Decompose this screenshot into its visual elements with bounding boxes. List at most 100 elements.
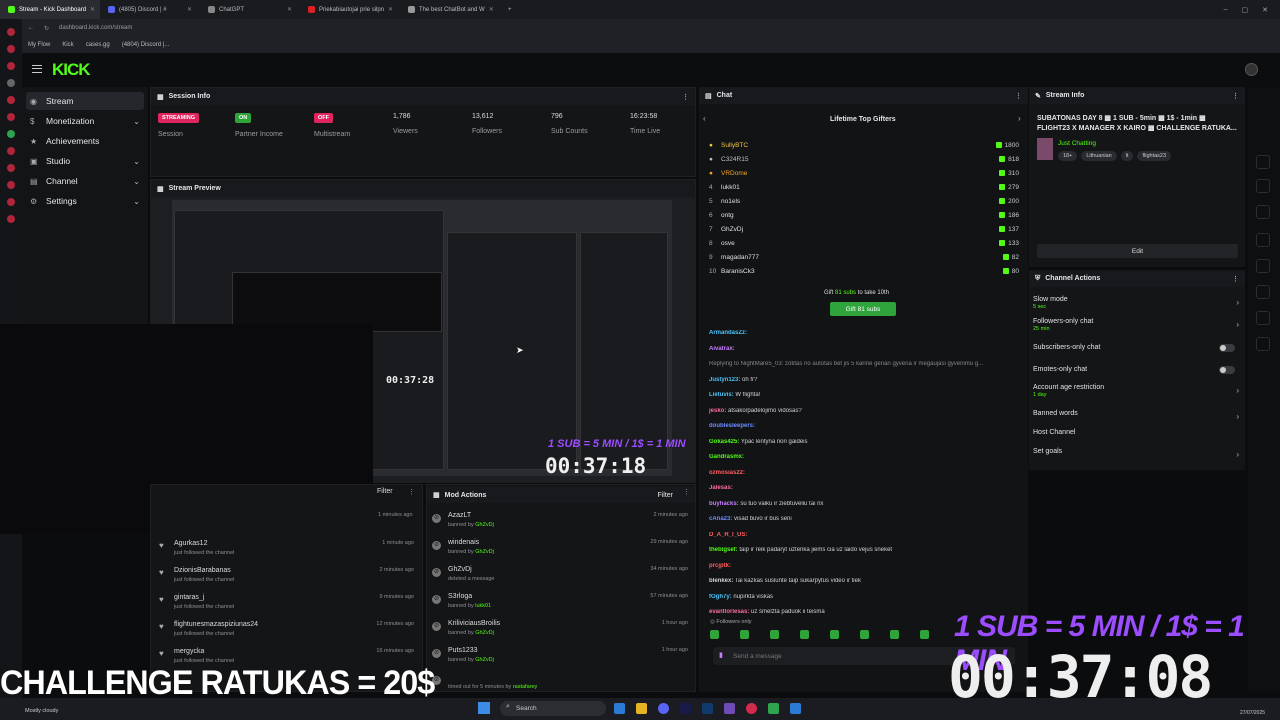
taskbar-search[interactable]: Search <box>500 701 606 716</box>
gifter-name[interactable]: no1els <box>721 198 740 205</box>
chat-username[interactable]: Jalesas: <box>709 485 733 491</box>
bookmark-item[interactable]: Kick <box>62 42 73 48</box>
steam-icon[interactable] <box>614 703 625 714</box>
channel-action-host-channel[interactable]: Host Channel <box>1033 429 1241 436</box>
bookmark-item[interactable]: (4804) Discord |... <box>122 42 170 48</box>
stream-tag[interactable]: Lithuanian <box>1081 151 1117 161</box>
chat-username[interactable]: jesko: <box>709 408 726 414</box>
mod-moderator[interactable]: lukk01 <box>475 603 491 609</box>
emote-icon[interactable] <box>860 630 869 639</box>
close-icon[interactable]: ✕ <box>489 6 494 13</box>
gifter-name[interactable]: BaranisCk3 <box>721 268 755 275</box>
gifter-name[interactable]: osve <box>721 240 735 247</box>
chat-username[interactable]: Aivatrax: <box>709 346 735 352</box>
more-icon[interactable]: ⋮ <box>682 93 689 101</box>
sidebar-item-stream[interactable]: ◉ Stream <box>26 92 144 110</box>
photoshop-icon[interactable] <box>702 703 713 714</box>
emote-icon[interactable] <box>710 630 719 639</box>
channel-action-set-goals[interactable]: Set goals › <box>1033 448 1241 459</box>
channel-action-account-age-restriction[interactable]: Account age restriction 1 day › <box>1033 384 1241 398</box>
gifter-name[interactable]: GhZvDj <box>721 226 743 233</box>
toggle-switch[interactable] <box>1219 366 1235 374</box>
sidebar-item-achievements[interactable]: ★ Achievements <box>26 132 144 150</box>
mod-target-user[interactable]: KriliviciausBroilis <box>448 620 500 627</box>
mod-target-user[interactable]: S3rloga <box>448 593 472 600</box>
url-field[interactable]: dashboard.kick.com/stream <box>59 25 132 31</box>
chat-username[interactable]: cAna23: <box>709 516 732 522</box>
feed-username[interactable]: gintaras_j <box>174 594 204 601</box>
chat-username[interactable]: Lietuvis: <box>709 392 734 398</box>
browser-tab[interactable]: Stream - Kick Dashboard ✕ <box>0 0 100 19</box>
mod-moderator[interactable]: GhZvDj <box>475 522 494 528</box>
window-control-icon[interactable]: – <box>1224 6 1228 14</box>
sidebar-item-settings[interactable]: ⚙ Settings ⌄ <box>26 192 144 210</box>
mod-filter-button[interactable]: Filter <box>657 492 673 499</box>
channel-action-followers-only-chat[interactable]: Followers-only chat 25 min › <box>1033 318 1241 332</box>
feed-username[interactable]: Agurkas12 <box>174 540 207 547</box>
browser-tab[interactable]: Priekabiautojai prie silpn ✕ <box>300 0 400 19</box>
opera-icon[interactable] <box>746 703 757 714</box>
mod-moderator[interactable]: GhZvDj <box>475 549 494 555</box>
mod-moderator[interactable]: GhZvDj <box>475 630 494 636</box>
gifter-name[interactable]: ontg <box>721 212 734 219</box>
stream-tag[interactable]: 18+ <box>1058 151 1078 161</box>
discord-icon[interactable] <box>658 703 669 714</box>
sidebar-item-monetization[interactable]: $ Monetization ⌄ <box>26 112 144 130</box>
menu-icon[interactable] <box>32 65 42 73</box>
gifter-name[interactable]: VRDome <box>721 170 747 177</box>
mod-moderator[interactable]: GhZvDj <box>475 657 494 663</box>
more-icon[interactable]: ⋮ <box>683 488 690 496</box>
close-icon[interactable]: ✕ <box>287 6 292 13</box>
mod-target-user[interactable]: AzazLT <box>448 512 471 519</box>
emote-icon[interactable] <box>920 630 929 639</box>
emote-icon[interactable] <box>770 630 779 639</box>
toggle-switch[interactable] <box>1219 344 1235 352</box>
next-arrow-icon[interactable]: › <box>1018 114 1021 123</box>
gift-subs-button[interactable]: Gift 81 subs <box>830 302 896 316</box>
prev-arrow-icon[interactable]: ‹ <box>703 114 706 123</box>
category-name[interactable]: Just Chatting <box>1058 140 1096 147</box>
channel-action-banned-words[interactable]: Banned words › <box>1033 410 1241 421</box>
chat-username[interactable]: Gokas425: <box>709 439 739 445</box>
feed-username[interactable]: flightunesmazaspiziunas24 <box>174 621 258 628</box>
new-tab-button[interactable]: + <box>500 0 520 19</box>
chat-username[interactable]: ArmandasZz: <box>709 330 747 336</box>
app-icon[interactable] <box>724 703 735 714</box>
stream-tag[interactable]: flightas23 <box>1137 151 1172 161</box>
mic-icon[interactable]: ▮ <box>719 651 723 659</box>
chat-username[interactable]: doublesleepers: <box>709 423 755 429</box>
window-control-icon[interactable]: ✕ <box>1262 6 1268 14</box>
close-icon[interactable]: ✕ <box>388 6 393 13</box>
chat-username[interactable]: prcjptk: <box>709 563 731 569</box>
chat-username[interactable]: blenkex: <box>709 578 733 584</box>
channel-action-emotes-only-chat[interactable]: Emotes-only chat <box>1033 366 1241 374</box>
chat-username[interactable]: fOgh7y: <box>709 594 732 600</box>
bookmark-item[interactable]: cases.gg <box>86 42 110 48</box>
more-icon[interactable]: ⋮ <box>1232 92 1239 100</box>
emote-icon[interactable] <box>890 630 899 639</box>
channel-action-subscribers-only-chat[interactable]: Subscribers-only chat <box>1033 344 1241 352</box>
more-icon[interactable]: ⋮ <box>1015 92 1022 100</box>
chat-username[interactable]: Gandrasmx: <box>709 454 744 460</box>
chat-username[interactable]: thebigsef: <box>709 547 738 553</box>
mod-target-user[interactable]: Puts1233 <box>448 647 478 654</box>
stream-tag[interactable]: lt <box>1120 151 1134 161</box>
emote-icon[interactable] <box>800 630 809 639</box>
mod-target-user[interactable]: GhZvDj <box>448 566 472 573</box>
back-icon[interactable]: ← <box>28 25 34 31</box>
more-icon[interactable]: ⋮ <box>408 488 415 496</box>
emote-icon[interactable] <box>830 630 839 639</box>
premiere-icon[interactable] <box>680 703 691 714</box>
avatar[interactable] <box>1245 63 1258 76</box>
chat-username[interactable]: ozmosias22: <box>709 470 745 476</box>
refresh-icon[interactable]: ↻ <box>44 25 49 32</box>
feed-filter-button[interactable]: Filter <box>377 488 393 495</box>
close-icon[interactable]: ✕ <box>187 6 192 13</box>
windows-start-icon[interactable] <box>478 702 490 714</box>
folder-icon[interactable] <box>636 703 647 714</box>
kick-logo[interactable]: KICK <box>52 60 91 80</box>
browser-tab[interactable]: The best ChatBot and W ✕ <box>400 0 500 19</box>
channel-action-slow-mode[interactable]: Slow mode 5 sec › <box>1033 296 1241 310</box>
chat-username[interactable]: buyhacks: <box>709 501 739 507</box>
gifter-name[interactable]: magadan777 <box>721 254 759 261</box>
